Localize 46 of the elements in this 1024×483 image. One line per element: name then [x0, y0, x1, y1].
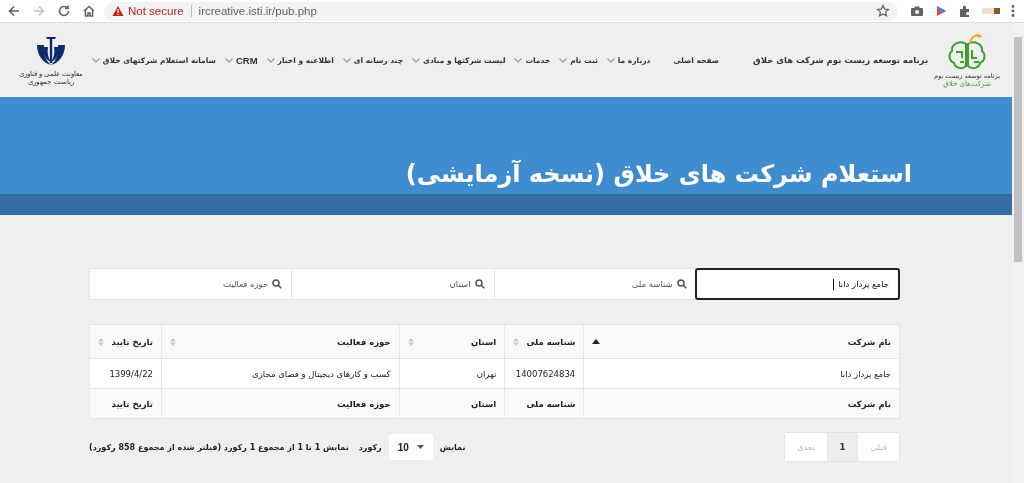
table-info: نمایش 1 تا 1 از مجموع 1 رکورد (فیلتر شده از مجموع 858 رکورد): [89, 442, 349, 452]
scroll-thumb[interactable]: [1014, 37, 1022, 262]
chevron-down-icon: [342, 57, 351, 63]
chevron-down-icon: [412, 57, 421, 63]
menu-item[interactable]: CRM: [224, 54, 258, 66]
menu-icon[interactable]: [1010, 4, 1016, 18]
chevron-down-icon: [91, 57, 100, 63]
chevron-down-icon: [514, 57, 523, 63]
chevron-down-icon: [224, 57, 233, 63]
back-icon[interactable]: [7, 4, 21, 18]
column-footer: نام شرکت: [583, 388, 900, 419]
column-footer: حوزه فعالیت: [161, 388, 400, 419]
chevron-down-icon: [606, 57, 615, 63]
camera-icon[interactable]: [910, 4, 924, 18]
column-footer: شناسه ملی: [504, 388, 584, 419]
table-cell: کسب و کارهای دیجیتال و فضای مجازی: [161, 358, 400, 389]
play-icon[interactable]: [934, 4, 948, 18]
table-cell: جامع پرداز دانا: [583, 358, 900, 389]
column-header[interactable]: شناسه ملی: [504, 324, 584, 359]
column-header[interactable]: نام شرکت: [583, 324, 900, 359]
page-button[interactable]: 1: [826, 433, 858, 461]
page-length-select[interactable]: 10: [388, 434, 433, 460]
table-cell: 14007624834: [504, 358, 584, 389]
chevron-down-icon: [559, 57, 568, 63]
page-length-label: رکورد: [358, 442, 382, 452]
home-icon[interactable]: [82, 4, 96, 18]
security-warning: Not secure: [128, 5, 184, 17]
column-header[interactable]: حوزه فعالیت: [161, 324, 400, 359]
table-cell: 1399/4/22: [89, 358, 162, 389]
star-icon[interactable]: [876, 4, 890, 18]
puzzle-icon[interactable]: [958, 4, 972, 18]
table-cell: تهران: [399, 358, 505, 389]
column-footer: استان: [399, 388, 505, 419]
url-text: ircreative.isti.ir/pub.php: [198, 5, 317, 17]
address-bar[interactable]: Not secure ircreative.isti.ir/pub.php: [104, 1, 898, 21]
warning-icon: [112, 5, 124, 17]
extension-icon[interactable]: [982, 6, 1000, 16]
reload-icon[interactable]: [57, 4, 71, 18]
page-title: استعلام شرکت های خلاق (نسخه آزمایشی): [405, 160, 912, 188]
site-title: برنامه توسعه زیست بوم شرکت های خلاق: [753, 55, 929, 65]
column-footer: تاریخ تایید: [89, 388, 162, 419]
caret-icon: [416, 445, 424, 449]
column-header[interactable]: استان: [399, 324, 505, 359]
page-length-label: نمایش: [439, 442, 466, 452]
chevron-down-icon: [266, 57, 275, 63]
column-header[interactable]: تاریخ تایید: [89, 324, 162, 359]
